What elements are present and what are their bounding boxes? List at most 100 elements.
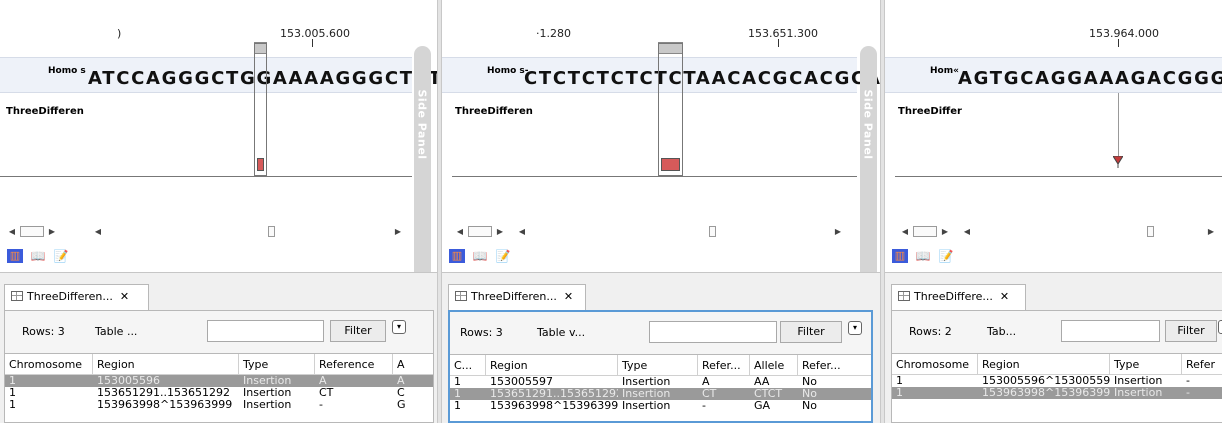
filter-button[interactable]: Filter <box>1165 320 1217 342</box>
table-row[interactable]: 1 153963998^153963999 Insertion - G <box>5 399 433 411</box>
graph-view-icon[interactable]: ▥ <box>7 249 23 263</box>
insertion-marker-icon[interactable] <box>1113 156 1123 168</box>
horizontal-scrollbar[interactable]: ◀ ▶ ◀ ▶ <box>454 225 854 238</box>
filter-input[interactable] <box>1061 320 1160 342</box>
horizontal-scrollbar[interactable]: ◀ ▶ ◀ ▶ <box>6 225 406 238</box>
side-panel-toggle[interactable]: Side Panel <box>414 46 431 296</box>
table-cell: Insertion <box>1114 375 1163 387</box>
variant-track-name: ThreeDifferen <box>455 106 533 117</box>
close-icon[interactable]: ✕ <box>564 290 573 303</box>
column-header[interactable]: Type <box>1110 354 1182 375</box>
column-header[interactable]: Type <box>618 355 698 376</box>
row-count: Rows: 3 <box>460 326 503 339</box>
table-cell: No <box>802 388 817 400</box>
column-header[interactable]: Chromosome <box>892 354 978 375</box>
variant-marker[interactable] <box>257 158 264 171</box>
table-cell: No <box>802 400 817 412</box>
column-header[interactable]: Refer... <box>798 355 871 376</box>
selection-box[interactable] <box>254 43 267 176</box>
column-header[interactable]: C... <box>450 355 486 376</box>
table-header: C... Region Type Refer... Allele Refer..… <box>450 354 871 376</box>
scroll-thumb[interactable] <box>468 226 492 237</box>
zoom-right-icon[interactable]: ▶ <box>832 225 844 238</box>
table-settings-label[interactable]: Table v... <box>537 326 585 339</box>
table-row[interactable]: 1 153005597 Insertion A AA No <box>450 376 871 388</box>
table-cell: GA <box>754 400 771 412</box>
variant-marker[interactable] <box>661 158 680 171</box>
zoom-left-icon[interactable]: ◀ <box>961 225 973 238</box>
filter-input[interactable] <box>207 320 324 342</box>
tab-label: ThreeDiffere... <box>914 290 993 303</box>
filter-options-icon[interactable]: ▾ <box>392 320 406 334</box>
table-row[interactable]: 1 153651291..153651292 Insertion CT CTCT… <box>450 388 871 400</box>
table-cell: No <box>802 376 817 388</box>
scroll-left-icon[interactable]: ◀ <box>6 225 18 238</box>
table-row[interactable]: 1 153005596^153005597 Insertion - <box>892 375 1222 387</box>
selection-box[interactable] <box>658 43 683 176</box>
close-icon[interactable]: ✕ <box>120 290 129 303</box>
filter-button[interactable]: Filter <box>780 321 842 343</box>
coordinate-tick <box>1118 39 1119 47</box>
zoom-left-icon[interactable]: ◀ <box>92 225 104 238</box>
table-view: Rows: 3 Table ... Filter ▾ Chromosome Re… <box>4 310 434 423</box>
zoom-right-icon[interactable]: ▶ <box>392 225 404 238</box>
column-header[interactable]: Refer <box>1182 354 1222 375</box>
table-cell: 153651291..153651292 <box>490 388 618 400</box>
filter-input[interactable] <box>649 321 777 343</box>
filter-options-icon[interactable]: ▾ <box>848 321 862 335</box>
scroll-thumb[interactable] <box>20 226 44 237</box>
table-row[interactable]: 1 153651291..153651292 Insertion CT C <box>5 387 433 399</box>
edit-document-icon[interactable]: 📝 <box>938 249 954 263</box>
column-header[interactable]: Type <box>239 354 315 375</box>
book-icon[interactable]: 📖 <box>30 249 46 263</box>
scroll-left-icon[interactable]: ◀ <box>454 225 466 238</box>
scroll-right-icon[interactable]: ▶ <box>939 225 951 238</box>
table-row[interactable]: 1 153963998^153963999 Insertion - GA No <box>450 400 871 412</box>
side-panel-toggle[interactable]: Side Panel <box>860 46 877 296</box>
book-icon[interactable]: 📖 <box>915 249 931 263</box>
column-header[interactable]: Chromosome <box>5 354 93 375</box>
table-settings-label[interactable]: Table ... <box>95 325 137 338</box>
scroll-right-icon[interactable]: ▶ <box>494 225 506 238</box>
filter-button[interactable]: Filter <box>330 320 386 342</box>
zoom-left-icon[interactable]: ◀ <box>516 225 528 238</box>
table-cell: 1 <box>454 388 461 400</box>
table-cell: Insertion <box>622 388 671 400</box>
column-header[interactable]: Region <box>93 354 239 375</box>
close-icon[interactable]: ✕ <box>1000 290 1009 303</box>
table-cell: AA <box>754 376 770 388</box>
zoom-thumb[interactable] <box>1147 226 1154 237</box>
scroll-left-icon[interactable]: ◀ <box>899 225 911 238</box>
scroll-thumb[interactable] <box>913 226 937 237</box>
graph-view-icon[interactable]: ▥ <box>449 249 465 263</box>
scroll-right-icon[interactable]: ▶ <box>46 225 58 238</box>
column-header[interactable]: Region <box>978 354 1110 375</box>
filter-options-icon[interactable]: ▾ <box>1218 320 1222 334</box>
column-header[interactable]: Reference <box>315 354 393 375</box>
zoom-right-icon[interactable]: ▶ <box>1205 225 1217 238</box>
variant-track-name: ThreeDifferen <box>6 106 84 117</box>
book-icon[interactable]: 📖 <box>472 249 488 263</box>
table-cell: Insertion <box>622 376 671 388</box>
zoom-thumb[interactable] <box>268 226 275 237</box>
table-tab[interactable]: ThreeDiffere... ✕ <box>891 284 1026 310</box>
table-cell: - <box>1186 387 1190 399</box>
column-header[interactable]: A <box>393 354 433 375</box>
table-row[interactable]: 1 153005596 Insertion A A <box>5 375 433 387</box>
table-tab[interactable]: ThreeDifferen... ✕ <box>4 284 149 310</box>
column-header[interactable]: Region <box>486 355 618 376</box>
horizontal-scrollbar[interactable]: ◀ ▶ ◀ ▶ <box>899 225 1222 238</box>
column-header[interactable]: Refer... <box>698 355 750 376</box>
table-toolbar: Rows: 3 Table ... Filter ▾ <box>5 311 433 353</box>
table-settings-label[interactable]: Tab... <box>987 325 1016 338</box>
table-icon <box>898 291 910 301</box>
table-tab[interactable]: ThreeDifferen... ✕ <box>448 284 586 310</box>
table-cell: 153005596^153005597 <box>982 375 1110 387</box>
edit-document-icon[interactable]: 📝 <box>53 249 69 263</box>
table-cell: Insertion <box>1114 387 1163 399</box>
graph-view-icon[interactable]: ▥ <box>892 249 908 263</box>
edit-document-icon[interactable]: 📝 <box>495 249 511 263</box>
zoom-thumb[interactable] <box>709 226 716 237</box>
table-row[interactable]: 1 153963998^153963999 Insertion - <box>892 387 1222 399</box>
column-header[interactable]: Allele <box>750 355 798 376</box>
